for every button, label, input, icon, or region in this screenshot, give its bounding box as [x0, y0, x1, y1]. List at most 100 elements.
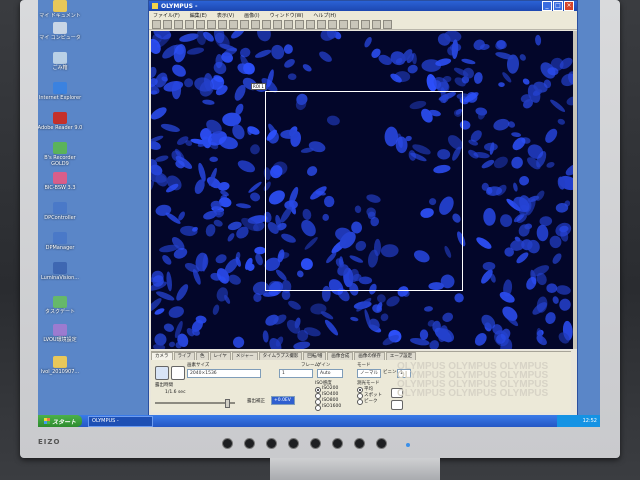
toolbar-button[interactable] [372, 19, 381, 29]
minimize-button[interactable]: _ [542, 1, 552, 11]
panel-tab[interactable]: エーブ設定 [385, 352, 417, 360]
desktop-icon-image [53, 142, 67, 154]
camera-control-panel: カメラ ライブ色レイヤ メジャー タイムラプス撮影 回転/増 画像合成 画像の保存 エーブ設定… [151, 351, 571, 412]
desktop-icon[interactable]: マイ ドキュメント [38, 0, 84, 19]
resolution-label: 画素サイズ [187, 363, 210, 368]
monitor-button[interactable] [244, 438, 255, 449]
toolbar-button[interactable] [152, 19, 161, 29]
desktop-icon-label: BIC-BSW 3.3 [44, 185, 76, 191]
toolbar-button[interactable] [163, 19, 172, 29]
desktop-icon[interactable]: B's Recorder GOLD9 [38, 142, 84, 167]
desktop-icon[interactable]: DPManager [38, 232, 84, 251]
grid-icon[interactable] [391, 400, 403, 410]
toolbar-button[interactable] [273, 19, 282, 29]
toolbar-button[interactable] [284, 19, 293, 29]
desktop-icon[interactable]: lvol_2010907... [38, 356, 84, 375]
maximize-button[interactable]: □ [553, 1, 563, 11]
vertical-scrollbar[interactable] [573, 31, 577, 349]
iso-radio[interactable] [315, 405, 321, 411]
toolbar-button[interactable] [196, 19, 205, 29]
window-titlebar[interactable]: OLYMPUS - _ □ × [149, 1, 577, 11]
toolbar [149, 19, 577, 30]
desktop-icon[interactable]: LuminaVision... [38, 262, 84, 281]
toolbar-button[interactable] [361, 19, 370, 29]
roi-rectangle[interactable] [265, 91, 463, 291]
menu-item[interactable]: 編集(E) [190, 12, 207, 19]
monitor-button[interactable] [332, 438, 343, 449]
gain-label: ゲイン [317, 363, 331, 368]
monitor-button[interactable] [222, 438, 233, 449]
start-button[interactable]: スタート [38, 415, 83, 427]
live-button[interactable] [155, 366, 169, 380]
toolbar-button[interactable] [317, 19, 326, 29]
monitor-button[interactable] [310, 438, 321, 449]
toolbar-button[interactable] [262, 19, 271, 29]
camera-icon[interactable] [171, 366, 185, 380]
desktop-icon-image [53, 82, 67, 94]
panel-tab[interactable]: 色 [196, 352, 209, 360]
desktop-icon[interactable]: BIC-BSW 3.3 [38, 172, 84, 191]
exposure-slider[interactable] [155, 402, 235, 404]
panel-tab[interactable]: カメラ [151, 352, 173, 360]
monitor-logo: EIZO [38, 438, 61, 446]
desktop-icon[interactable]: Adobe Reader 9.0 [38, 112, 84, 131]
frame-input[interactable]: 1 [279, 369, 313, 378]
iso-option-label: ISO400 [322, 392, 339, 397]
desktop-icon[interactable]: マイ コンピュータ [38, 22, 84, 41]
power-led [406, 443, 410, 447]
mode-title: モード [357, 363, 371, 368]
toolbar-button[interactable] [383, 19, 392, 29]
desktop-icon[interactable]: ごみ箱 [38, 52, 84, 71]
power-button[interactable] [376, 438, 387, 449]
desktop-icon[interactable]: DPController [38, 202, 84, 221]
mode-select[interactable]: ノーマル [357, 369, 381, 378]
toolbar-button[interactable] [240, 19, 249, 29]
panel-tab[interactable]: レイヤ [209, 352, 231, 360]
exposure-slider-thumb[interactable] [225, 399, 230, 408]
taskbar-item-olympus[interactable]: OLYMPUS - [88, 415, 154, 427]
panel-tab[interactable]: 画像合成 [327, 352, 354, 360]
iso-option-label: ISO800 [322, 398, 339, 403]
correction-input[interactable]: +0.0EV [271, 396, 295, 405]
exposure-value: 1/1.6 sec [165, 390, 186, 395]
desktop-icon[interactable]: タスクデート [38, 296, 84, 315]
metering-radio[interactable] [357, 399, 363, 405]
resolution-select[interactable]: 2040×1536 [187, 369, 261, 378]
gain-select[interactable]: Auto [317, 369, 343, 378]
toolbar-button[interactable] [185, 19, 194, 29]
toolbar-button[interactable] [207, 19, 216, 29]
toolbar-button[interactable] [339, 19, 348, 29]
desktop-icon[interactable]: Internet Explorer [38, 82, 84, 101]
menu-item[interactable]: 表示(V) [217, 12, 234, 19]
desktop-icon-label: タスクデート [44, 309, 75, 315]
monitor-button[interactable] [288, 438, 299, 449]
toolbar-button[interactable] [306, 19, 315, 29]
desktop-icon-image [53, 52, 67, 64]
close-button[interactable]: × [564, 1, 574, 11]
menu-item[interactable]: 画像(I) [244, 12, 259, 19]
panel-tab[interactable]: 画像の保存 [354, 352, 385, 360]
image-viewport[interactable]: ROI 1 [151, 31, 573, 349]
toolbar-button[interactable] [295, 19, 304, 29]
toolbar-button[interactable] [174, 19, 183, 29]
desktop-icon-label: B's Recorder GOLD9 [44, 155, 76, 167]
desktop-icon-label: マイ コンピュータ [39, 35, 81, 41]
menu-item[interactable]: ファイル(F) [153, 12, 180, 19]
panel-tab[interactable]: 回転/増 [303, 352, 327, 360]
toolbar-button[interactable] [251, 19, 260, 29]
monitor-button[interactable] [354, 438, 365, 449]
monitor-button[interactable] [266, 438, 277, 449]
panel-tab[interactable]: タイムラプス撮影 [258, 352, 303, 360]
toolbar-button[interactable] [218, 19, 227, 29]
toolbar-button[interactable] [328, 19, 337, 29]
menu-item[interactable]: ヘルプ(H) [313, 12, 336, 19]
panel-tab[interactable]: ライブ [173, 352, 195, 360]
panel-tab[interactable]: メジャー [231, 352, 258, 360]
desktop-icon-image [53, 324, 67, 336]
window-title: OLYMPUS - [161, 2, 198, 10]
toolbar-button[interactable] [350, 19, 359, 29]
menu-item[interactable]: ウィンドウ(W) [270, 12, 304, 19]
desktop-icon[interactable]: LVOU環境設定 [38, 324, 84, 343]
olympus-window[interactable]: OLYMPUS - _ □ × ファイル(F) 編集(E) 表示(V) 画像(I) ウィ… [148, 0, 578, 417]
toolbar-button[interactable] [229, 19, 238, 29]
